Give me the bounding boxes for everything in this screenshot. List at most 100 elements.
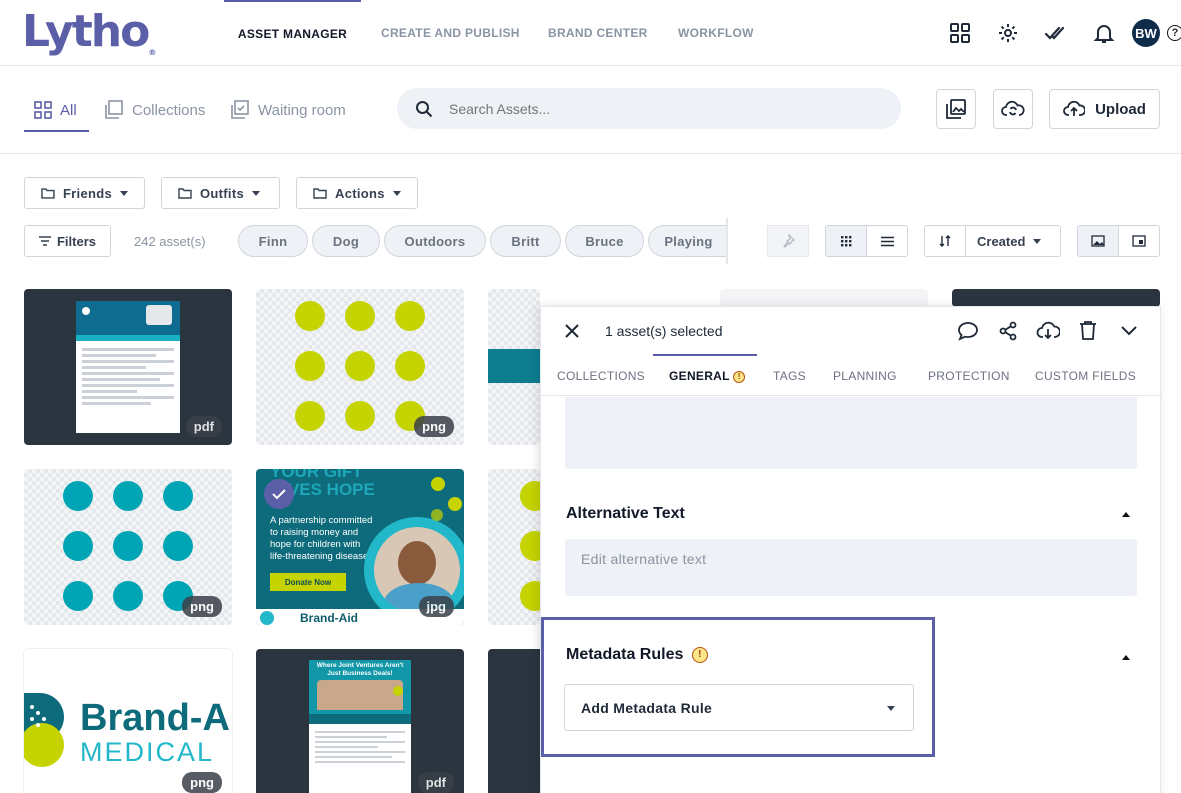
search-bar[interactable] (397, 88, 901, 129)
asset-count: 242 asset(s) (134, 234, 206, 249)
file-type-badge: pdf (417, 772, 454, 793)
add-metadata-rule-dropdown[interactable]: Add Metadata Rule (564, 684, 914, 731)
file-type-badge: jpg (418, 596, 454, 617)
nav-workflow[interactable]: WORKFLOW (678, 0, 754, 66)
panel-tab-general[interactable]: GENERAL ! (669, 369, 746, 383)
logo-brand-text: Brand-A (80, 697, 230, 739)
selected-check-icon[interactable] (264, 479, 294, 509)
caret-down-icon (887, 706, 895, 711)
upload-label: Upload (1095, 100, 1146, 118)
asset-card-png[interactable]: png (256, 289, 464, 445)
pdf-thumbnail: Where Joint Ventures Aren't Just Busines… (309, 660, 411, 793)
grid-view-button[interactable] (825, 225, 867, 257)
search-icon (416, 100, 433, 117)
tag-chip[interactable]: Dog (312, 225, 380, 257)
asset-card-partial[interactable] (488, 289, 540, 445)
folder-icon (178, 188, 192, 199)
apps-grid-icon[interactable] (949, 22, 971, 44)
collapse-arrow-icon[interactable] (1122, 655, 1130, 660)
metadata-dropdown-label: Add Metadata Rule (581, 699, 713, 716)
tag-chip[interactable]: Outdoors (384, 225, 486, 257)
pdf2-title: Where Joint Ventures Aren't Just Busines… (316, 662, 404, 677)
file-type-badge: png (182, 596, 222, 617)
folder-actions-button[interactable]: Actions (296, 177, 418, 209)
gallery-view-button[interactable] (936, 89, 976, 129)
lytho-logo[interactable]: Lytho® (22, 6, 156, 57)
bell-icon[interactable] (1093, 22, 1115, 44)
folder-friends-button[interactable]: Friends (24, 177, 145, 209)
folder-label: Actions (335, 185, 385, 201)
asset-card-partial[interactable] (488, 649, 540, 793)
asset-toolbar: All Collections Waiting room Upload (0, 66, 1181, 154)
panel-tab-custom-fields[interactable]: CUSTOM FIELDS (1035, 369, 1136, 383)
sort-select[interactable]: Created (965, 225, 1061, 257)
caret-down-icon (120, 190, 128, 196)
active-tab-underline (24, 130, 89, 132)
trash-icon[interactable] (1079, 320, 1097, 341)
panel-tab-planning[interactable]: PLANNING (833, 369, 897, 383)
warning-icon: ! (733, 370, 746, 383)
large-thumbnail-button[interactable] (1077, 225, 1119, 257)
asset-card-png[interactable]: png (24, 469, 232, 625)
chevron-down-icon[interactable] (1121, 326, 1137, 336)
tag-chip[interactable]: Britt (490, 225, 561, 257)
asset-card-hidden[interactable] (720, 289, 928, 307)
tab-divider (541, 395, 1162, 396)
folder-icon (41, 188, 55, 199)
collapse-arrow-icon[interactable] (1122, 512, 1130, 517)
tab-collections[interactable]: Collections (104, 98, 205, 122)
description-textarea[interactable] (565, 397, 1137, 469)
panel-tab-tags[interactable]: TAGS (773, 369, 806, 383)
panel-tab-protection[interactable]: PROTECTION (928, 369, 1010, 383)
folder-icon (313, 188, 327, 199)
alt-text-heading: Alternative Text (566, 505, 685, 522)
tab-all[interactable]: All (34, 98, 77, 122)
nav-brand-center[interactable]: BRAND CENTER (548, 0, 648, 66)
dots-grid-icon (841, 236, 852, 247)
small-thumbnail-button[interactable] (1118, 225, 1160, 257)
tags-fade-divider (726, 218, 728, 264)
panel-tab-general-label: GENERAL (669, 369, 730, 383)
alt-text-input[interactable]: Edit alternative text (565, 539, 1137, 596)
asset-card-pdf[interactable]: Where Joint Ventures Aren't Just Busines… (256, 649, 464, 793)
asset-card-logo[interactable]: Brand-A MEDICAL png (24, 649, 232, 793)
close-icon[interactable] (565, 324, 579, 338)
cloud-refresh-icon (1001, 100, 1025, 116)
tab-waiting-room[interactable]: Waiting room (230, 98, 346, 122)
image-small-icon (1132, 235, 1146, 247)
tag-chip[interactable]: Bruce (565, 225, 644, 257)
top-bar: Lytho® ASSET MANAGER CREATE AND PUBLISH … (0, 0, 1181, 66)
share-icon[interactable] (998, 321, 1018, 341)
device-image (146, 305, 172, 325)
file-type-badge: pdf (185, 416, 222, 437)
sort-direction-button[interactable] (924, 225, 966, 257)
asset-card-pdf[interactable]: pdf (24, 289, 232, 445)
pin-button[interactable] (767, 225, 809, 257)
nav-asset-manager[interactable]: ASSET MANAGER (224, 0, 361, 66)
pdf-thumbnail (76, 301, 180, 433)
asset-card-hidden[interactable] (952, 289, 1160, 307)
upload-button[interactable]: Upload (1049, 89, 1160, 129)
double-check-icon[interactable] (1044, 22, 1066, 44)
asset-card-jpg-selected[interactable]: YOUR GIFT GIVES HOPE A partnership commi… (256, 469, 464, 625)
asset-card-partial[interactable] (488, 469, 540, 625)
folder-label: Outfits (200, 185, 244, 201)
tag-chip[interactable]: Playing (648, 225, 728, 257)
tab-waiting-room-label: Waiting room (258, 101, 346, 119)
pdf-body (76, 341, 180, 412)
cloud-sync-button[interactable] (993, 89, 1033, 129)
folder-outfits-button[interactable]: Outfits (161, 177, 280, 209)
user-avatar[interactable]: BW (1132, 19, 1160, 47)
tag-chip[interactable]: Finn (238, 225, 308, 257)
search-input[interactable] (449, 100, 869, 117)
caret-down-icon (392, 190, 401, 196)
cloud-download-icon[interactable] (1036, 321, 1060, 341)
pdf-hero: Where Joint Ventures Aren't Just Busines… (309, 660, 411, 714)
gear-icon[interactable] (997, 22, 1019, 44)
panel-tab-collections[interactable]: COLLECTIONS (557, 369, 645, 383)
help-icon[interactable]: ? (1167, 25, 1181, 41)
comment-icon[interactable] (957, 321, 979, 341)
filters-button[interactable]: Filters (24, 225, 111, 257)
nav-create-and-publish[interactable]: CREATE AND PUBLISH (381, 0, 520, 66)
list-view-button[interactable] (866, 225, 908, 257)
